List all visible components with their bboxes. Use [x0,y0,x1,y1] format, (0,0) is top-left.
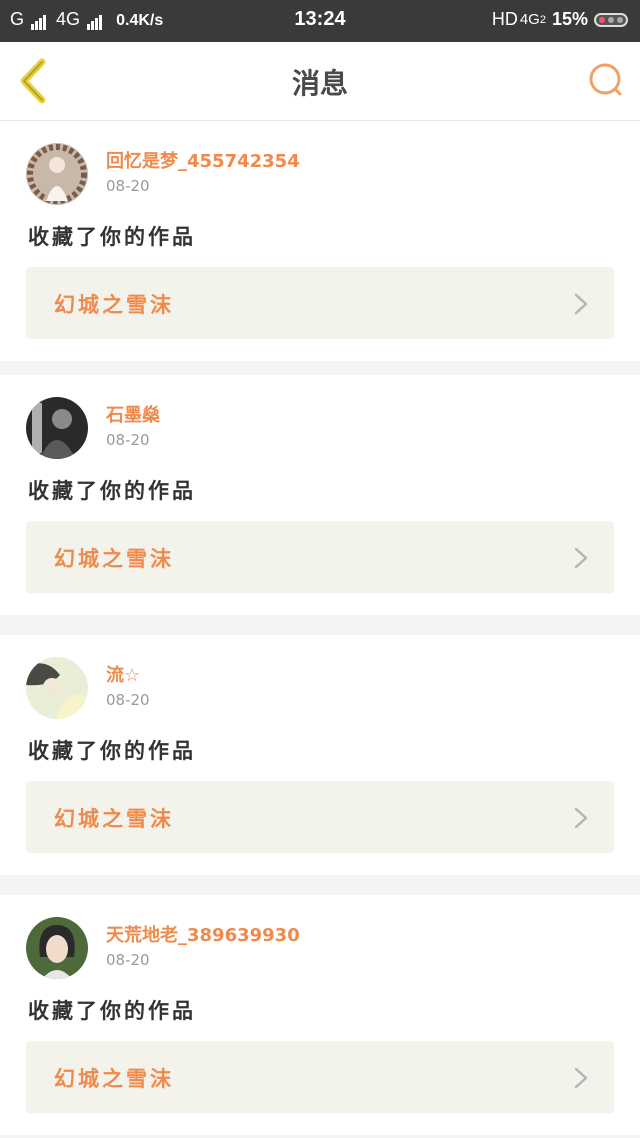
search-button[interactable] [586,60,626,100]
message-card: 回忆是梦_455742354 08-20 收藏了你的作品 幻城之雪沫 [0,121,640,361]
chevron-right-icon [574,807,588,829]
header: 消息 [0,42,640,121]
message-date: 08-20 [106,431,150,449]
work-link[interactable]: 幻城之雪沫 [26,781,614,853]
avatar[interactable] [26,657,88,719]
work-link[interactable]: 幻城之雪沫 [26,521,614,593]
message-date: 08-20 [106,177,150,195]
username[interactable]: 石墨燊 [106,401,160,427]
chevron-right-icon [574,547,588,569]
work-title: 幻城之雪沫 [54,547,174,571]
chevron-right-icon [574,293,588,315]
avatar[interactable] [26,917,88,979]
sim-slot-label: 2 [539,13,546,26]
chevron-right-icon [574,1067,588,1089]
status-right: HD 4G 2 15% [492,9,628,30]
message-card: 流☆ 08-20 收藏了你的作品 幻城之雪沫 [0,635,640,875]
page-title: 消息 [291,67,348,100]
work-title: 幻城之雪沫 [54,1067,174,1091]
battery-icon [594,12,628,27]
username[interactable]: 天荒地老_389639930 [106,921,300,947]
search-icon [589,63,622,96]
avatar-image [26,143,88,205]
work-link[interactable]: 幻城之雪沫 [26,1041,614,1113]
work-link[interactable]: 幻城之雪沫 [26,267,614,339]
net-type-label: 4G [519,11,540,28]
work-title: 幻城之雪沫 [54,293,174,317]
action-text: 收藏了你的作品 [28,739,196,763]
avatar-image [26,397,88,459]
action-text: 收藏了你的作品 [28,999,196,1023]
status-bar: G 4G 0.4K/s 13:24 HD 4G 2 15% [0,0,640,42]
avatar[interactable] [26,143,88,205]
battery-percent: 15% [551,9,588,29]
username[interactable]: 回忆是梦_455742354 [106,147,300,173]
message-date: 08-20 [106,691,150,709]
username[interactable]: 流☆ [106,661,140,687]
work-title: 幻城之雪沫 [54,807,174,831]
message-date: 08-20 [106,951,150,969]
action-text: 收藏了你的作品 [28,479,196,503]
action-text: 收藏了你的作品 [28,225,196,249]
avatar[interactable] [26,397,88,459]
hd-label: HD [491,9,518,29]
message-card: 天荒地老_389639930 08-20 收藏了你的作品 幻城之雪沫 [0,895,640,1135]
message-card: 石墨燊 08-20 收藏了你的作品 幻城之雪沫 [0,375,640,615]
avatar-image [26,917,88,979]
avatar-image [26,657,88,719]
